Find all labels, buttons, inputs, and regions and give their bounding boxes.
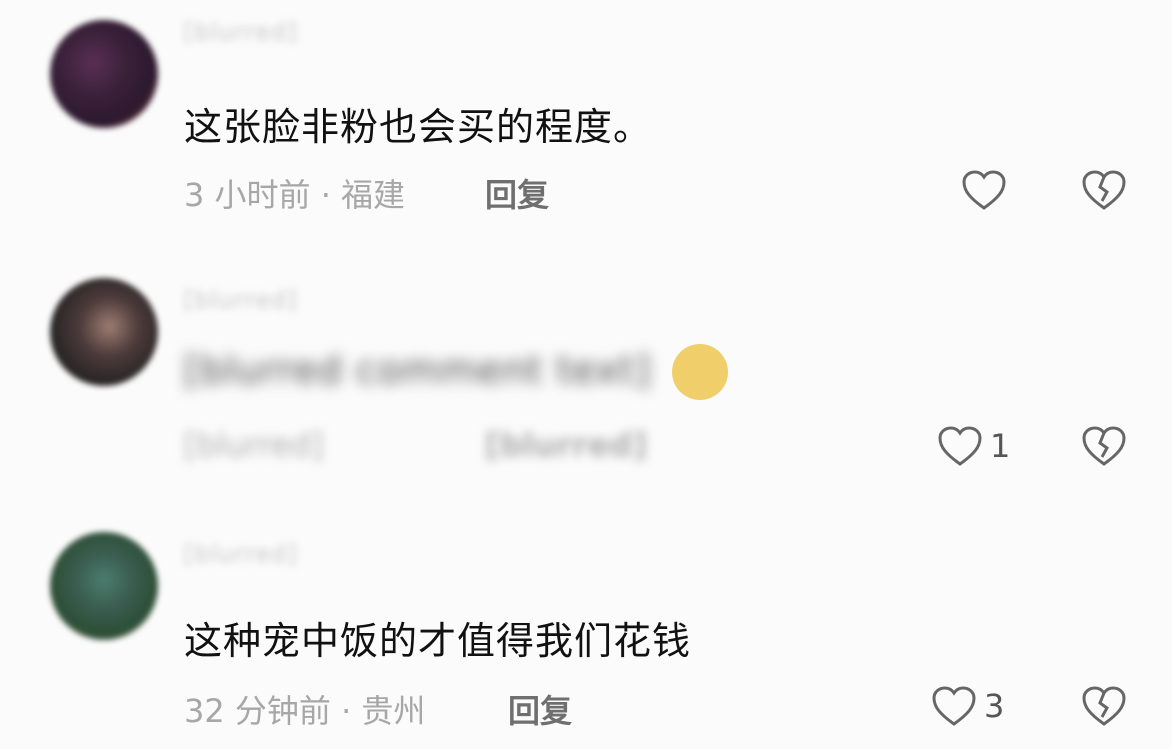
comment-meta: [blurred] xyxy=(184,426,324,464)
reply-button[interactable]: 回复 xyxy=(485,170,549,216)
comment-text: 这张脸非粉也会买的程度。 xyxy=(184,105,653,149)
avatar[interactable] xyxy=(50,20,158,128)
blurred-comment-text: [blurred comment text] xyxy=(184,347,652,392)
comment-text: 这种宠中饭的才值得我们花钱 xyxy=(184,619,692,663)
comment-meta: 3 小时前 · 福建 xyxy=(184,176,406,214)
like-count: 1 xyxy=(990,427,1011,465)
comment-meta: 32 分钟前 · 贵州 xyxy=(184,692,426,730)
like-count: 3 xyxy=(984,687,1005,725)
avatar[interactable] xyxy=(50,532,158,640)
broken-heart-icon[interactable] xyxy=(1080,684,1128,728)
broken-heart-icon[interactable] xyxy=(1080,424,1128,468)
broken-heart-icon[interactable] xyxy=(1080,168,1128,212)
comment-text: [blurred comment text] xyxy=(184,344,729,400)
comments-screen: [blurred] 这张脸非粉也会买的程度。 3 小时前 · 福建 回复 [bl… xyxy=(0,0,1172,749)
like-button[interactable] xyxy=(960,168,1014,212)
like-button[interactable]: 1 xyxy=(936,424,1010,468)
username[interactable]: [blurred] xyxy=(184,540,298,568)
reply-button[interactable]: [blurred] xyxy=(485,426,647,464)
emoji-icon xyxy=(672,344,729,400)
heart-outline-icon xyxy=(938,426,982,466)
username[interactable]: [blurred] xyxy=(184,286,298,314)
heart-outline-icon xyxy=(962,170,1006,210)
heart-outline-icon xyxy=(932,686,976,726)
reply-button[interactable]: 回复 xyxy=(508,686,572,732)
username[interactable]: [blurred] xyxy=(184,18,298,46)
avatar[interactable] xyxy=(50,278,158,386)
like-button[interactable]: 3 xyxy=(930,684,1004,728)
